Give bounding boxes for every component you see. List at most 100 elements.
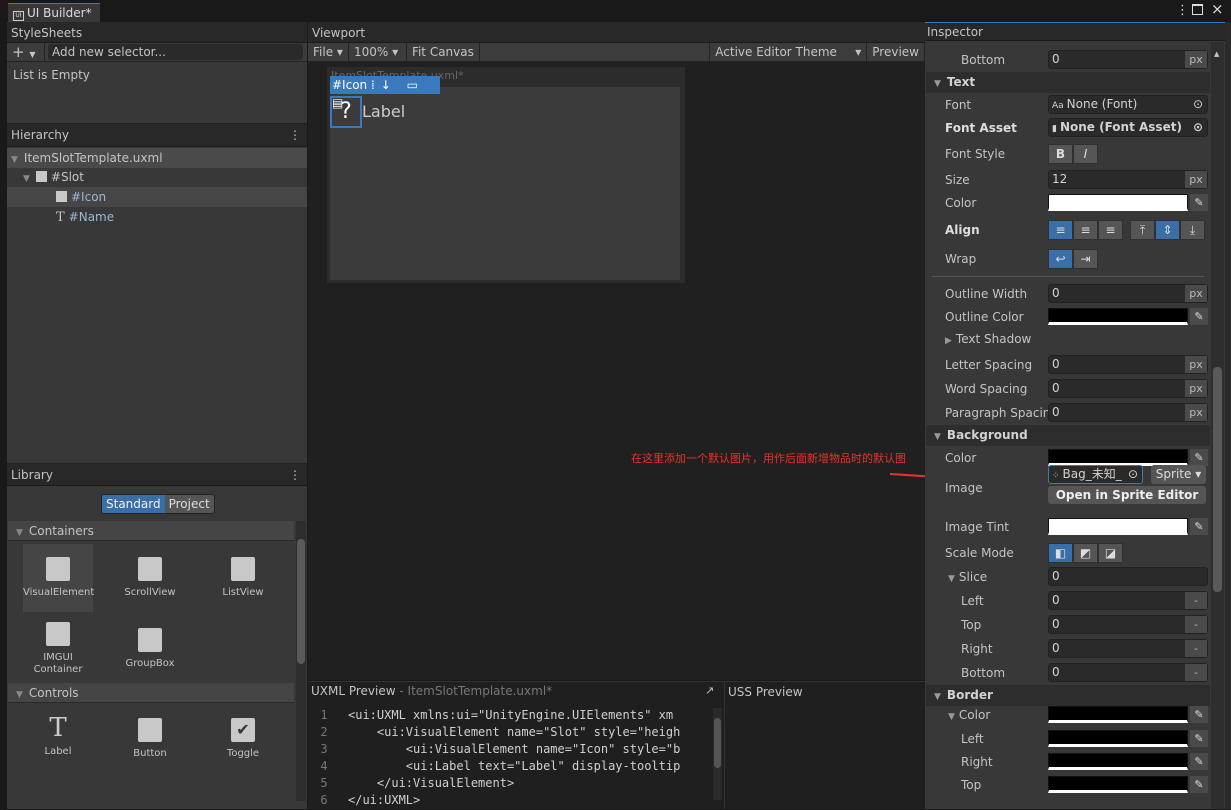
unit-button[interactable]: px xyxy=(1185,171,1207,188)
align-horizontal-1[interactable]: ≡ xyxy=(1073,220,1098,240)
value-field[interactable]: 0 px xyxy=(1048,355,1208,374)
eyedropper-icon[interactable]: ✎ xyxy=(1190,308,1208,325)
eyedropper-icon[interactable]: ✎ xyxy=(1190,753,1208,770)
object-field[interactable]: Aa None (Font) ⊙ xyxy=(1048,95,1208,114)
value-field[interactable]: 0- xyxy=(1048,615,1208,634)
object-picker-icon[interactable]: ⊙ xyxy=(1128,466,1138,483)
align-horizontal-0[interactable]: ≡ xyxy=(1048,220,1073,240)
sprite-type-dropdown[interactable]: Sprite ▾ xyxy=(1151,465,1206,484)
section-border[interactable]: ▼ Border xyxy=(926,685,1210,706)
object-picker-icon[interactable]: ⊙ xyxy=(1193,96,1203,113)
scale-mode-1[interactable]: ◩ xyxy=(1073,543,1098,563)
bold-button[interactable]: B xyxy=(1048,144,1073,164)
scale-mode-2[interactable]: ◪ xyxy=(1098,543,1123,563)
unit-button[interactable]: px xyxy=(1185,404,1207,421)
scrollview-icon xyxy=(138,557,162,581)
unit-button[interactable]: - xyxy=(1185,664,1207,681)
color-field[interactable] xyxy=(1048,308,1188,325)
object-picker-icon[interactable]: ⊙ xyxy=(1193,119,1203,136)
hierarchy-menu-icon[interactable]: ⋮ xyxy=(289,128,301,142)
eyedropper-icon[interactable]: ✎ xyxy=(1190,730,1208,747)
canvas[interactable]: ItemSlotTemplate.uxml* ? Label #Icon ⁞↓ … xyxy=(327,67,685,283)
library-item-groupbox[interactable]: GroupBox xyxy=(110,628,190,669)
library-item-visualelement[interactable]: VisualElement xyxy=(23,544,94,612)
align-horizontal-2[interactable]: ≡ xyxy=(1098,220,1123,240)
selector-input[interactable]: Add new selector... xyxy=(48,44,303,60)
value-field[interactable]: 0 px xyxy=(1048,379,1208,398)
library-scrollbar[interactable] xyxy=(296,521,306,801)
color-field[interactable] xyxy=(1048,194,1188,211)
wrap-toggle-0[interactable]: ↩ xyxy=(1048,249,1073,269)
align-vertical-1[interactable]: ⇕ xyxy=(1155,220,1180,240)
tab-standard[interactable]: Standard xyxy=(102,495,165,513)
value-field[interactable]: 0- xyxy=(1048,639,1208,658)
value-field[interactable]: 0 px xyxy=(1048,284,1208,303)
eyedropper-icon[interactable]: ✎ xyxy=(1190,776,1208,793)
theme-dropdown[interactable]: Active Editor Theme ▾ xyxy=(709,42,868,62)
color-field[interactable] xyxy=(1048,449,1188,466)
color-field[interactable] xyxy=(1048,776,1188,793)
color-field[interactable] xyxy=(1048,706,1188,723)
wrap-toggle-1[interactable]: ⇥ xyxy=(1073,249,1098,269)
eyedropper-icon[interactable]: ✎ xyxy=(1190,194,1208,211)
unit-button[interactable]: px xyxy=(1185,380,1207,397)
unit-button[interactable]: px xyxy=(1185,356,1207,373)
library-item-scrollview[interactable]: ScrollView xyxy=(110,557,190,598)
unit-button[interactable]: px xyxy=(1185,51,1207,68)
scale-mode-0[interactable]: ◧ xyxy=(1048,543,1073,563)
color-field[interactable] xyxy=(1048,518,1188,535)
section-text[interactable]: ▼ Text xyxy=(926,72,1210,93)
open-external-icon[interactable]: ↗ xyxy=(705,684,714,697)
tree-item-slot[interactable]: ▼ #Slot xyxy=(7,167,307,187)
tree-item-root[interactable]: ▼ ItemSlotTemplate.uxml xyxy=(7,148,307,168)
section-controls[interactable]: ▼ Controls xyxy=(8,683,294,703)
open-sprite-editor-button[interactable]: Open in Sprite Editor xyxy=(1048,486,1206,504)
add-stylesheet-button[interactable]: + ▼ xyxy=(7,42,45,62)
value-field[interactable]: 0 px xyxy=(1048,50,1208,69)
color-field[interactable] xyxy=(1048,753,1188,770)
window-tab[interactable]: UI UI Builder* xyxy=(8,3,100,22)
fit-canvas-button[interactable]: Fit Canvas xyxy=(407,42,480,62)
section-containers[interactable]: ▼ Containers xyxy=(8,521,294,541)
unit-button[interactable]: - xyxy=(1185,592,1207,609)
object-field[interactable]: ▮ None (Font Asset) ⊙ xyxy=(1048,118,1208,137)
kebab-menu-icon[interactable]: ⋮ xyxy=(1176,3,1189,18)
library-item-toggle[interactable]: ✔ Toggle xyxy=(203,718,283,759)
tree-item-name[interactable]: T #Name xyxy=(7,207,307,227)
align-vertical-2[interactable]: ⤓ xyxy=(1180,220,1205,240)
unit-button[interactable]: - xyxy=(1185,640,1207,657)
tab-project[interactable]: Project xyxy=(164,495,214,513)
library-item-label[interactable]: T Label xyxy=(18,715,98,757)
library-item-imgui[interactable]: IMGUI Container xyxy=(18,622,98,676)
value-field[interactable]: 12 px xyxy=(1048,170,1208,189)
library-item-listview[interactable]: ListView xyxy=(203,557,283,598)
preview-button[interactable]: Preview xyxy=(867,42,925,62)
maximize-icon[interactable] xyxy=(1192,4,1203,15)
image-field[interactable]: ⁘ Bag_未知_ ⊙ xyxy=(1048,465,1143,484)
expand-arrow-icon[interactable]: ▼ xyxy=(23,169,30,189)
hierarchy-title: Hierarchy xyxy=(11,128,70,142)
field-label: Wrap xyxy=(945,252,977,266)
unit-button[interactable]: - xyxy=(1185,616,1207,633)
eyedropper-icon[interactable]: ✎ xyxy=(1190,449,1208,466)
zoom-dropdown[interactable]: 100% ▾ xyxy=(349,42,407,62)
value-field[interactable]: 0- xyxy=(1048,663,1208,682)
label-element[interactable]: Label xyxy=(362,102,405,121)
inspector-scrollbar[interactable]: ▲ xyxy=(1211,42,1224,809)
align-vertical-0[interactable]: ⤒ xyxy=(1130,220,1155,240)
library-menu-icon[interactable]: ⋮ xyxy=(289,468,301,482)
tree-item-icon[interactable]: #Icon xyxy=(7,187,307,207)
value-field[interactable]: 0- xyxy=(1048,591,1208,610)
color-field[interactable] xyxy=(1048,730,1188,747)
value-field[interactable]: 0 xyxy=(1048,567,1208,586)
value-field[interactable]: 0 px xyxy=(1048,403,1208,422)
library-item-button[interactable]: Button xyxy=(110,718,190,759)
uxml-scrollbar[interactable] xyxy=(713,708,722,800)
eyedropper-icon[interactable]: ✎ xyxy=(1190,518,1208,535)
file-menu[interactable]: File ▾ xyxy=(308,42,349,62)
unit-button[interactable]: px xyxy=(1185,285,1207,302)
close-icon[interactable]: × xyxy=(1211,0,1224,18)
section-background[interactable]: ▼ Background xyxy=(926,425,1210,446)
italic-button[interactable]: I xyxy=(1073,144,1098,164)
eyedropper-icon[interactable]: ✎ xyxy=(1190,706,1208,723)
